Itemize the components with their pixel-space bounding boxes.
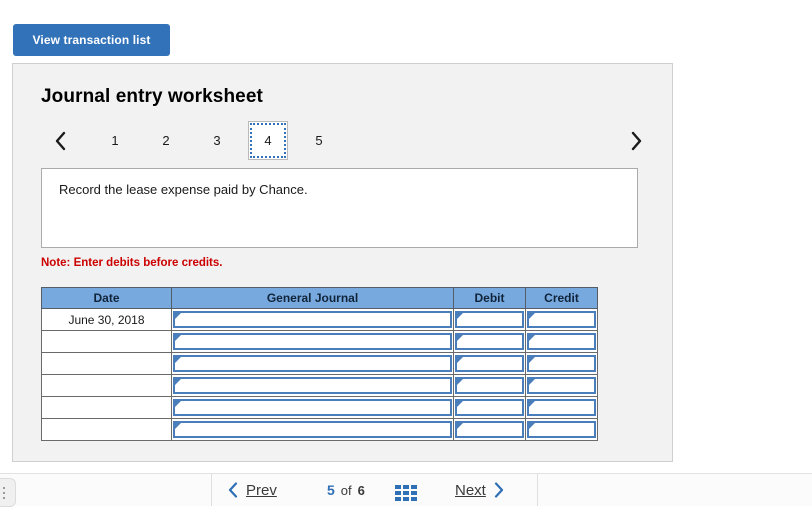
worksheet-tab-4-label: 4 [264, 133, 272, 148]
bottom-navigation-bar: Prev 5 of 6 Next [0, 473, 812, 506]
credit-input[interactable] [527, 333, 596, 350]
of-label: of [340, 482, 352, 498]
debit-input[interactable] [455, 333, 524, 350]
table-row [41, 418, 598, 441]
table-row [41, 374, 598, 397]
column-header-debit: Debit [453, 287, 526, 309]
credit-input[interactable] [527, 421, 596, 438]
table-row [41, 330, 598, 353]
general-journal-input-cell[interactable] [171, 374, 454, 397]
credit-input[interactable] [527, 377, 596, 394]
debit-input-cell[interactable] [453, 418, 526, 441]
debit-input-cell[interactable] [453, 352, 526, 375]
worksheet-tab-1[interactable]: 1 [95, 121, 135, 160]
general-journal-input[interactable] [173, 399, 452, 416]
journal-entry-worksheet-panel: Journal entry worksheet 1 2 3 4 5 Record… [12, 63, 673, 462]
date-cell[interactable] [41, 374, 172, 397]
prev-label: Prev [246, 481, 277, 499]
worksheet-tab-2[interactable]: 2 [146, 121, 186, 160]
view-transaction-list-button[interactable]: View transaction list [13, 24, 170, 56]
bar-divider-left [211, 474, 212, 506]
debit-input[interactable] [455, 311, 524, 328]
date-cell[interactable]: June 30, 2018 [41, 308, 172, 331]
worksheet-tab-3-label: 3 [213, 133, 221, 148]
credit-input-cell[interactable] [525, 330, 598, 353]
debit-input-cell[interactable] [453, 330, 526, 353]
current-page-number: 5 [327, 482, 335, 498]
credit-input-cell[interactable] [525, 308, 598, 331]
worksheet-tab-5[interactable]: 5 [299, 121, 339, 160]
credit-input-cell[interactable] [525, 418, 598, 441]
page-indicator: 5 of 6 [327, 474, 365, 506]
debit-input[interactable] [455, 355, 524, 372]
debits-before-credits-note: Note: Enter debits before credits. [41, 257, 223, 269]
general-journal-input[interactable] [173, 311, 452, 328]
worksheet-tab-3[interactable]: 3 [197, 121, 237, 160]
general-journal-input-cell[interactable] [171, 418, 454, 441]
general-journal-input[interactable] [173, 377, 452, 394]
edge-drag-handle[interactable] [0, 478, 16, 507]
table-header-row: Date General Journal Debit Credit [41, 287, 598, 309]
debit-input-cell[interactable] [453, 374, 526, 397]
general-journal-input[interactable] [173, 333, 452, 350]
general-journal-input-cell[interactable] [171, 330, 454, 353]
worksheet-tab-2-label: 2 [162, 133, 170, 148]
table-row [41, 352, 598, 375]
total-page-count: 6 [357, 482, 365, 498]
general-journal-input-cell[interactable] [171, 308, 454, 331]
general-journal-input-cell[interactable] [171, 352, 454, 375]
credit-input-cell[interactable] [525, 396, 598, 419]
next-label: Next [455, 481, 486, 499]
general-journal-input[interactable] [173, 421, 452, 438]
debit-input[interactable] [455, 377, 524, 394]
prev-entry-chevron-icon[interactable] [47, 121, 73, 160]
date-cell[interactable] [41, 352, 172, 375]
debit-input-cell[interactable] [453, 396, 526, 419]
debit-input[interactable] [455, 399, 524, 416]
column-header-credit: Credit [525, 287, 598, 309]
next-entry-chevron-icon[interactable] [623, 121, 649, 160]
column-header-date: Date [41, 287, 172, 309]
credit-input[interactable] [527, 355, 596, 372]
next-chevron-icon [494, 482, 504, 498]
debit-input[interactable] [455, 421, 524, 438]
page-title: Journal entry worksheet [41, 86, 263, 107]
table-row: June 30, 2018 [41, 308, 598, 331]
worksheet-tab-4[interactable]: 4 [248, 121, 288, 160]
date-cell[interactable] [41, 396, 172, 419]
credit-input-cell[interactable] [525, 374, 598, 397]
grid-view-icon[interactable] [395, 485, 417, 501]
worksheet-tab-5-label: 5 [315, 133, 323, 148]
prev-button[interactable]: Prev [228, 474, 277, 506]
journal-entry-table: Date General Journal Debit Credit June 3… [41, 287, 598, 441]
worksheet-tab-1-label: 1 [111, 133, 119, 148]
table-row [41, 396, 598, 419]
instruction-text: Record the lease expense paid by Chance. [59, 182, 308, 197]
column-header-general-journal: General Journal [171, 287, 454, 309]
credit-input-cell[interactable] [525, 352, 598, 375]
date-cell[interactable] [41, 418, 172, 441]
credit-input[interactable] [527, 399, 596, 416]
debit-input-cell[interactable] [453, 308, 526, 331]
instruction-box: Record the lease expense paid by Chance. [41, 168, 638, 248]
next-button[interactable]: Next [455, 474, 504, 506]
general-journal-input[interactable] [173, 355, 452, 372]
general-journal-input-cell[interactable] [171, 396, 454, 419]
bar-divider-right [537, 474, 538, 506]
worksheet-tab-strip: 1 2 3 4 5 [41, 121, 649, 160]
prev-chevron-icon [228, 482, 238, 498]
credit-input[interactable] [527, 311, 596, 328]
date-cell[interactable] [41, 330, 172, 353]
